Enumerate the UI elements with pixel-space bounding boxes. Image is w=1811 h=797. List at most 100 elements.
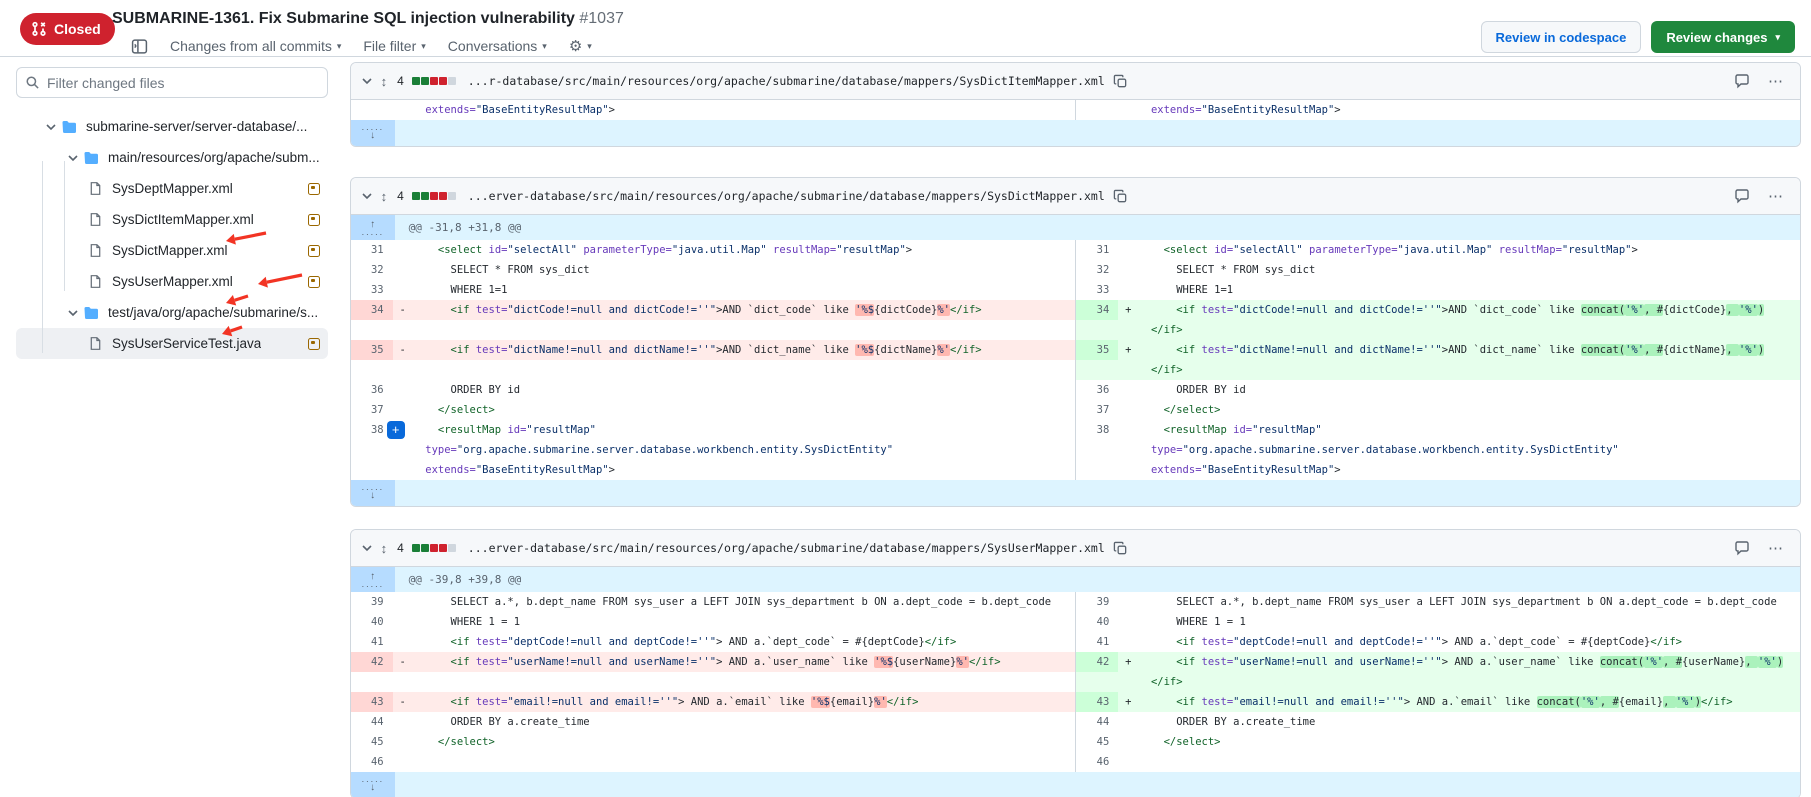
line-number[interactable]: 35 bbox=[351, 340, 393, 360]
file-filter-menu[interactable]: File filter ▾ bbox=[363, 38, 425, 54]
tree-file-sysuserservicetest-java[interactable]: SysUserServiceTest.java bbox=[16, 328, 328, 359]
code-cell: WHERE 1 = 1 bbox=[1138, 612, 1800, 632]
file-path[interactable]: ...erver-database/src/main/resources/org… bbox=[468, 189, 1105, 203]
diff-sign bbox=[1118, 592, 1138, 612]
line-number[interactable]: 40 bbox=[351, 612, 393, 632]
line-number[interactable]: 42 bbox=[351, 652, 393, 672]
line-number[interactable]: 31 bbox=[1076, 240, 1118, 260]
line-number[interactable]: 36 bbox=[1076, 380, 1118, 400]
kebab-menu-icon[interactable]: ⋯ bbox=[1768, 72, 1784, 90]
line-number[interactable]: 44 bbox=[1076, 712, 1118, 732]
line-number[interactable] bbox=[1076, 360, 1118, 380]
line-number[interactable]: 45 bbox=[1076, 732, 1118, 752]
line-number[interactable]: 36 bbox=[351, 380, 393, 400]
expand-hunk-button[interactable]: ↑····· bbox=[351, 215, 395, 240]
line-number[interactable] bbox=[1076, 320, 1118, 340]
expand-down-icon[interactable]: ·····↓ bbox=[361, 777, 384, 793]
line-number[interactable]: 40 bbox=[1076, 612, 1118, 632]
line-number[interactable]: 33 bbox=[1076, 280, 1118, 300]
line-number[interactable]: 32 bbox=[351, 260, 393, 280]
line-number[interactable]: 45 bbox=[351, 732, 393, 752]
line-number[interactable]: 38 bbox=[1076, 420, 1118, 480]
line-number[interactable]: 39 bbox=[1076, 592, 1118, 612]
line-number[interactable]: 33 bbox=[351, 280, 393, 300]
tree-folder-main-resources-org-apache-subm-[interactable]: main/resources/org/apache/subm... bbox=[16, 142, 328, 173]
tree-file-sysusermapper-xml[interactable]: SysUserMapper.xml bbox=[16, 266, 328, 297]
tree-folder-submarine-server-server-database-[interactable]: submarine-server/server-database/... bbox=[16, 111, 328, 142]
line-number[interactable] bbox=[1076, 672, 1118, 692]
line-number[interactable]: 46 bbox=[1076, 752, 1118, 772]
line-number[interactable] bbox=[351, 672, 393, 692]
drag-handle-icon[interactable]: ↕ bbox=[381, 74, 388, 89]
tree-file-sysdictmapper-xml[interactable]: SysDictMapper.xml bbox=[16, 235, 328, 266]
expand-down-button[interactable]: ·····↓ bbox=[351, 120, 395, 146]
changes-from-menu[interactable]: Changes from all commits ▾ bbox=[170, 38, 341, 54]
add-comment-button[interactable]: + bbox=[387, 421, 405, 439]
expand-down-button[interactable]: ·····↓ bbox=[351, 480, 395, 506]
line-number[interactable]: 43 bbox=[351, 692, 393, 712]
review-changes-button[interactable]: Review changes ▾ bbox=[1651, 21, 1795, 53]
expand-down-icon[interactable]: ·····↓ bbox=[361, 125, 384, 141]
line-number[interactable]: 43 bbox=[1076, 692, 1118, 712]
tree-file-sysdeptmapper-xml[interactable]: SysDeptMapper.xml bbox=[16, 173, 328, 204]
line-number[interactable]: 46 bbox=[351, 752, 393, 772]
filter-changed-files-input[interactable] bbox=[16, 67, 328, 98]
code-cell: <if test="email!=null and email!=''"> AN… bbox=[1138, 692, 1800, 712]
diff-sign bbox=[1118, 280, 1138, 300]
review-in-codespace-button[interactable]: Review in codespace bbox=[1481, 21, 1642, 53]
file-path[interactable]: ...erver-database/src/main/resources/org… bbox=[468, 541, 1105, 555]
code-cell bbox=[413, 752, 1076, 772]
drag-handle-icon[interactable]: ↕ bbox=[381, 189, 388, 204]
conversations-menu[interactable]: Conversations ▾ bbox=[448, 38, 547, 54]
line-number[interactable] bbox=[351, 360, 393, 380]
line-number[interactable]: 37 bbox=[1076, 400, 1118, 420]
diff-settings-menu[interactable]: ⚙ ▾ bbox=[569, 37, 592, 55]
line-number[interactable] bbox=[351, 100, 393, 120]
comment-icon[interactable] bbox=[1734, 540, 1750, 556]
expand-up-icon[interactable]: ↑····· bbox=[361, 572, 384, 588]
line-number[interactable] bbox=[351, 320, 393, 340]
chevron-down-icon[interactable] bbox=[64, 307, 82, 319]
chevron-down-icon: ▾ bbox=[587, 41, 592, 52]
line-number[interactable]: 38+ bbox=[351, 420, 393, 480]
tree-file-sysdictitemmapper-xml[interactable]: SysDictItemMapper.xml bbox=[16, 204, 328, 235]
code-cell: <if test="dictCode!=null and dictCode!='… bbox=[413, 300, 1076, 320]
line-number[interactable]: 34 bbox=[351, 300, 393, 320]
comment-icon[interactable] bbox=[1734, 188, 1750, 204]
chevron-down-icon[interactable] bbox=[42, 121, 60, 133]
line-number[interactable]: 31 bbox=[351, 240, 393, 260]
line-number[interactable]: 41 bbox=[351, 632, 393, 652]
kebab-menu-icon[interactable]: ⋯ bbox=[1768, 187, 1784, 205]
old-side: 43- <if test="email!=null and email!=''"… bbox=[351, 692, 1076, 712]
collapse-file-chevron-icon[interactable] bbox=[361, 190, 373, 202]
expand-up-icon[interactable]: ↑····· bbox=[361, 220, 384, 236]
collapse-file-chevron-icon[interactable] bbox=[361, 542, 373, 554]
chevron-down-icon[interactable] bbox=[64, 152, 82, 164]
line-number[interactable]: 35 bbox=[1076, 340, 1118, 360]
search-icon bbox=[25, 75, 40, 90]
line-number[interactable]: 39 bbox=[351, 592, 393, 612]
comment-icon[interactable] bbox=[1734, 73, 1750, 89]
expand-down-button[interactable]: ·····↓ bbox=[351, 772, 395, 797]
collapse-file-chevron-icon[interactable] bbox=[361, 75, 373, 87]
copy-path-icon[interactable] bbox=[1113, 541, 1128, 556]
line-number[interactable]: 41 bbox=[1076, 632, 1118, 652]
expand-down-icon[interactable]: ·····↓ bbox=[361, 485, 384, 501]
line-number[interactable]: 34 bbox=[1076, 300, 1118, 320]
kebab-menu-icon[interactable]: ⋯ bbox=[1768, 539, 1784, 557]
file-tree-toggle-icon[interactable] bbox=[131, 38, 148, 55]
tree-folder-test-java-org-apache-submarine-s-[interactable]: test/java/org/apache/submarine/s... bbox=[16, 297, 328, 328]
line-number[interactable]: 32 bbox=[1076, 260, 1118, 280]
copy-path-icon[interactable] bbox=[1113, 189, 1128, 204]
line-number[interactable]: 42 bbox=[1076, 652, 1118, 672]
line-number[interactable]: 37 bbox=[351, 400, 393, 420]
copy-path-icon[interactable] bbox=[1113, 74, 1128, 89]
diff-sign bbox=[1118, 672, 1138, 692]
status-badge-label: Closed bbox=[54, 21, 101, 37]
file-path[interactable]: ...r-database/src/main/resources/org/apa… bbox=[468, 74, 1105, 88]
line-number[interactable]: 44 bbox=[351, 712, 393, 732]
line-number[interactable] bbox=[1076, 100, 1118, 120]
drag-handle-icon[interactable]: ↕ bbox=[381, 541, 388, 556]
code-cell: <resultMap id="resultMap" type="org.apac… bbox=[1138, 420, 1800, 480]
expand-hunk-button[interactable]: ↑····· bbox=[351, 567, 395, 592]
